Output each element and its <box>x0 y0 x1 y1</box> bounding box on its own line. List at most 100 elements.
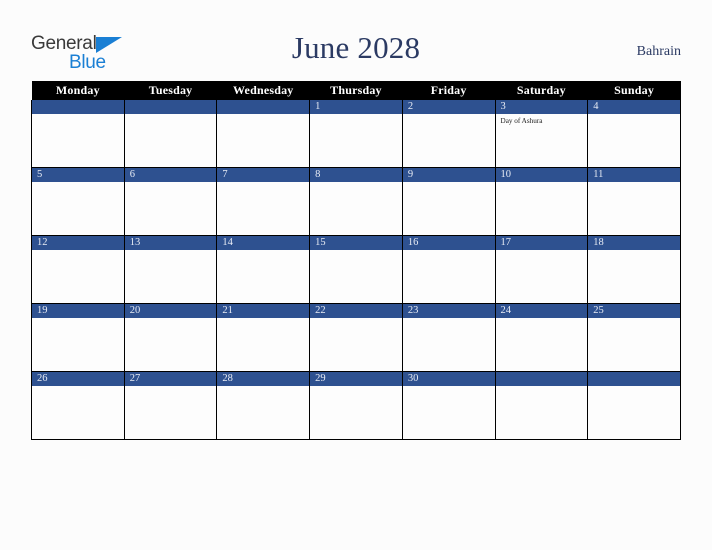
calendar-day-cell[interactable]: 7 <box>216 167 311 236</box>
day-number <box>124 100 217 114</box>
day-events <box>125 250 217 253</box>
day-number: 22 <box>310 304 402 318</box>
day-number: 30 <box>402 372 495 386</box>
calendar-day-cell[interactable]: 17 <box>494 235 589 304</box>
day-number: 6 <box>124 168 217 182</box>
calendar-day-cell[interactable]: 1 <box>309 100 403 168</box>
day-events <box>217 318 309 321</box>
country-label: Bahrain <box>636 44 681 59</box>
calendar-day-cell[interactable]: 26 <box>31 371 125 440</box>
calendar-day-cell[interactable]: 13 <box>123 235 218 304</box>
day-number: 9 <box>402 168 495 182</box>
calendar-day-cell[interactable]: 30 <box>401 371 496 440</box>
calendar-day-cell[interactable]: 14 <box>216 235 311 304</box>
day-events <box>588 182 680 185</box>
calendar-day-cell[interactable]: 20 <box>123 303 218 372</box>
day-events <box>125 318 217 321</box>
calendar-day-cell[interactable]: 15 <box>309 235 403 304</box>
day-events <box>310 250 402 253</box>
calendar-day-cell[interactable]: 16 <box>401 235 496 304</box>
day-events <box>125 386 217 389</box>
day-events <box>217 114 309 117</box>
calendar-day-cell[interactable]: 28 <box>216 371 311 440</box>
calendar-day-cell[interactable]: 27 <box>123 371 218 440</box>
day-number: 1 <box>310 100 402 114</box>
day-number: 26 <box>32 372 124 386</box>
calendar-day-cell[interactable]: 3 Day of Ashura <box>494 100 589 168</box>
day-events <box>32 114 124 117</box>
calendar-day-cell[interactable]: 6 <box>123 167 218 236</box>
calendar-day-cell[interactable] <box>123 100 218 168</box>
weekday-header-thursday: Thursday <box>309 81 403 100</box>
page-header: General Blue June 2028 Bahrain <box>0 0 712 80</box>
calendar-day-cell[interactable]: 24 <box>494 303 589 372</box>
day-number: 27 <box>124 372 217 386</box>
calendar-week-row: 26 27 28 29 30 <box>31 371 681 440</box>
calendar-day-cell[interactable]: 5 <box>31 167 125 236</box>
calendar-day-cell[interactable]: 4 <box>587 100 681 168</box>
day-number: 4 <box>588 100 680 114</box>
calendar-weekday-header: Monday Tuesday Wednesday Thursday Friday… <box>31 81 681 100</box>
day-events <box>403 318 495 321</box>
day-events <box>403 182 495 185</box>
calendar-day-cell[interactable]: 9 <box>401 167 496 236</box>
day-events <box>310 114 402 117</box>
calendar-day-cell[interactable]: 29 <box>309 371 403 440</box>
day-events <box>32 318 124 321</box>
calendar-day-cell[interactable]: 22 <box>309 303 403 372</box>
holiday-label: Day of Ashura <box>500 117 543 125</box>
calendar-week-row: 5 6 7 8 9 10 11 <box>31 167 681 236</box>
day-number: 10 <box>495 168 588 182</box>
day-events <box>125 182 217 185</box>
day-number: 7 <box>217 168 310 182</box>
calendar-grid: Monday Tuesday Wednesday Thursday Friday… <box>31 81 681 440</box>
calendar-day-cell[interactable]: 25 <box>587 303 681 372</box>
day-number <box>588 372 680 386</box>
day-number: 14 <box>217 236 310 250</box>
calendar-day-cell[interactable]: 10 <box>494 167 589 236</box>
day-events: Day of Ashura <box>496 114 588 126</box>
day-number <box>32 100 124 114</box>
page-title: June 2028 <box>291 30 421 65</box>
day-events <box>125 114 217 117</box>
day-events <box>588 318 680 321</box>
calendar-day-cell[interactable]: 12 <box>31 235 125 304</box>
calendar-day-cell[interactable]: 23 <box>401 303 496 372</box>
day-number: 3 <box>495 100 588 114</box>
calendar-day-cell[interactable]: 18 <box>587 235 681 304</box>
day-number: 19 <box>32 304 124 318</box>
calendar-day-cell[interactable]: 19 <box>31 303 125 372</box>
day-events <box>403 250 495 253</box>
day-number: 2 <box>402 100 495 114</box>
calendar-day-cell[interactable]: 2 <box>401 100 496 168</box>
day-number <box>495 372 588 386</box>
calendar-day-cell[interactable] <box>494 371 589 440</box>
weekday-header-saturday: Saturday <box>495 81 588 100</box>
day-number: 8 <box>310 168 402 182</box>
day-number: 20 <box>124 304 217 318</box>
day-number: 25 <box>588 304 680 318</box>
day-events <box>588 386 680 389</box>
calendar-day-cell[interactable]: 21 <box>216 303 311 372</box>
day-number <box>217 100 310 114</box>
calendar-day-cell[interactable]: 11 <box>587 167 681 236</box>
day-events <box>496 182 588 185</box>
calendar-day-cell[interactable]: 8 <box>309 167 403 236</box>
day-events <box>32 250 124 253</box>
calendar-day-cell[interactable] <box>31 100 125 168</box>
day-events <box>403 386 495 389</box>
day-number: 13 <box>124 236 217 250</box>
calendar-week-row: 1 2 3 Day of Ashura 4 <box>31 100 681 168</box>
day-events <box>588 250 680 253</box>
weekday-header-wednesday: Wednesday <box>216 81 310 100</box>
day-events <box>496 318 588 321</box>
calendar-week-row: 19 20 21 22 23 24 25 <box>31 303 681 372</box>
day-number: 17 <box>495 236 588 250</box>
day-events <box>496 250 588 253</box>
day-events <box>496 386 588 389</box>
day-number: 21 <box>217 304 310 318</box>
calendar-day-cell[interactable] <box>216 100 311 168</box>
day-events <box>217 182 309 185</box>
day-events <box>32 386 124 389</box>
calendar-day-cell[interactable] <box>587 371 681 440</box>
